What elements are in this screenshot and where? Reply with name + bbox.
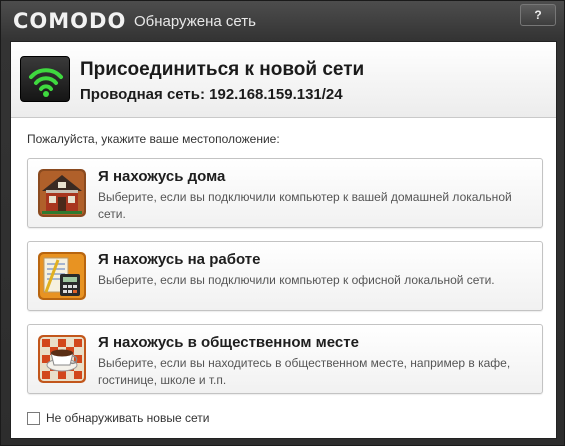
public-place-icon: [38, 335, 86, 383]
dont-detect-checkbox[interactable]: [27, 412, 40, 425]
option-home-button[interactable]: Я нахожусь дома Выберите, если вы подклю…: [27, 158, 543, 228]
network-detected-window: COMODO Обнаружена сеть ? Присоединиться …: [0, 0, 565, 446]
option-work-description: Выберите, если вы подключили компьютер к…: [98, 273, 495, 287]
option-public-title: Я нахожусь в общественном месте: [98, 334, 359, 351]
title-bar[interactable]: COMODO Обнаружена сеть ?: [1, 1, 564, 41]
work-icon: [38, 252, 86, 300]
dialog-header: Присоединиться к новой сети Проводная се…: [11, 42, 556, 118]
location-prompt: Пожалуйста, укажите ваше местоположение:: [27, 132, 280, 146]
option-home-description: Выберите, если вы подключили компьютер к…: [98, 190, 512, 221]
comodo-logo: COMODO: [13, 9, 127, 33]
option-work-button[interactable]: Я нахожусь на работе Выберите, если вы п…: [27, 241, 543, 311]
network-address: Проводная сеть: 192.168.159.131/24: [80, 86, 343, 103]
window-title: Обнаружена сеть: [134, 13, 256, 30]
header-title: Присоединиться к новой сети: [80, 59, 365, 80]
wifi-icon: [20, 56, 70, 102]
option-home-title: Я нахожусь дома: [98, 168, 226, 185]
dont-detect-label[interactable]: Не обнаруживать новые сети: [46, 411, 209, 425]
dialog-content: Присоединиться к новой сети Проводная се…: [10, 41, 557, 439]
home-icon: [38, 169, 86, 217]
help-button[interactable]: ?: [520, 4, 556, 26]
option-public-description: Выберите, если вы находитесь в обществен…: [98, 356, 511, 387]
option-public-button[interactable]: Я нахожусь в общественном месте Выберите…: [27, 324, 543, 394]
option-work-title: Я нахожусь на работе: [98, 251, 261, 268]
